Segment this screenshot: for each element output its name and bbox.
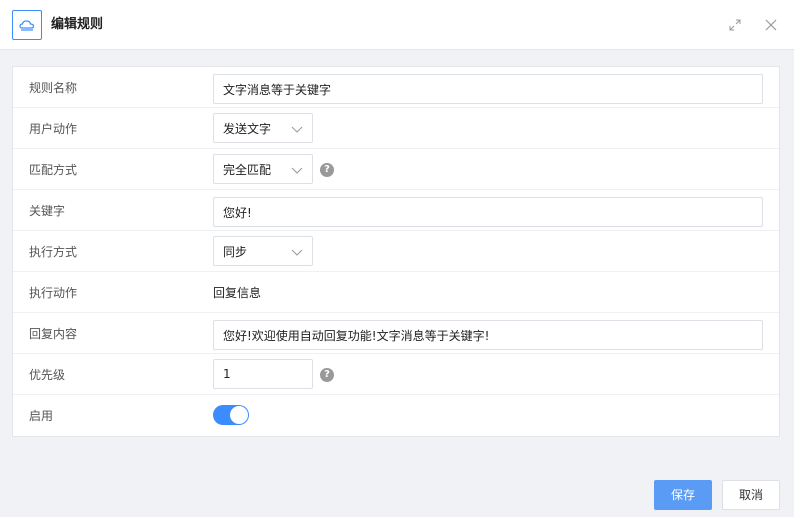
expand-icon[interactable] bbox=[727, 17, 743, 33]
keyword-input[interactable] bbox=[213, 197, 763, 227]
user-action-label: 用户动作 bbox=[29, 122, 78, 136]
row-priority: 优先级 ? bbox=[13, 354, 779, 395]
cloud-icon bbox=[12, 10, 42, 40]
priority-label: 优先级 bbox=[29, 368, 66, 382]
row-exec-mode: 执行方式 同步 bbox=[13, 231, 779, 272]
exec-action-value: 回复信息 bbox=[213, 286, 262, 300]
rule-form: 规则名称 用户动作 发送文字 匹配方式 完全匹配 ? 关键字 执行方式 同步 bbox=[12, 66, 780, 437]
close-icon[interactable] bbox=[763, 17, 779, 33]
match-mode-select[interactable]: 完全匹配 bbox=[213, 154, 313, 184]
row-enabled: 启用 bbox=[13, 395, 779, 436]
dialog-title: 编辑规则 bbox=[51, 17, 104, 32]
row-rule-name: 规则名称 bbox=[13, 67, 779, 108]
enabled-toggle[interactable] bbox=[213, 405, 249, 425]
rule-name-label: 规则名称 bbox=[29, 81, 78, 95]
save-button[interactable]: 保存 bbox=[654, 480, 712, 510]
cancel-button[interactable]: 取消 bbox=[722, 480, 780, 510]
exec-mode-label: 执行方式 bbox=[29, 245, 78, 259]
match-mode-label: 匹配方式 bbox=[29, 163, 78, 177]
row-exec-action: 执行动作 回复信息 bbox=[13, 272, 779, 313]
match-mode-value: 完全匹配 bbox=[223, 163, 272, 177]
user-action-value: 发送文字 bbox=[223, 122, 272, 136]
rule-name-input[interactable] bbox=[213, 74, 763, 104]
chevron-down-icon bbox=[291, 249, 303, 256]
row-reply-content: 回复内容 bbox=[13, 313, 779, 354]
user-action-select[interactable]: 发送文字 bbox=[213, 113, 313, 143]
exec-action-label: 执行动作 bbox=[29, 286, 78, 300]
reply-content-input[interactable] bbox=[213, 320, 763, 350]
row-match-mode: 匹配方式 完全匹配 ? bbox=[13, 149, 779, 190]
row-user-action: 用户动作 发送文字 bbox=[13, 108, 779, 149]
dialog-header: 编辑规则 bbox=[0, 0, 794, 50]
help-icon[interactable]: ? bbox=[320, 163, 334, 177]
priority-input[interactable] bbox=[213, 359, 313, 389]
keyword-label: 关键字 bbox=[29, 204, 66, 218]
exec-mode-value: 同步 bbox=[223, 245, 248, 259]
exec-mode-select[interactable]: 同步 bbox=[213, 236, 313, 266]
row-keyword: 关键字 bbox=[13, 190, 779, 231]
chevron-down-icon bbox=[291, 126, 303, 133]
toggle-knob bbox=[230, 406, 248, 424]
enabled-label: 启用 bbox=[29, 409, 54, 423]
chevron-down-icon bbox=[291, 167, 303, 174]
help-icon[interactable]: ? bbox=[320, 368, 334, 382]
reply-content-label: 回复内容 bbox=[29, 327, 78, 341]
